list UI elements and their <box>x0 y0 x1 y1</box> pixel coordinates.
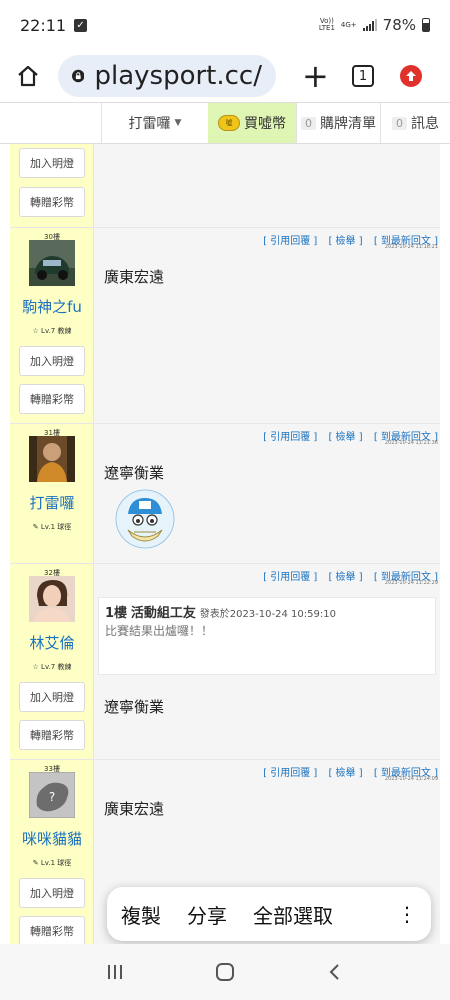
username[interactable]: 咪咪貓貓 <box>10 828 94 849</box>
home-nav-icon[interactable] <box>214 961 236 983</box>
user-level: ✎ Lv.1 球徑 <box>32 523 72 531</box>
cart-link[interactable]: 0 購牌清單 <box>296 103 380 143</box>
signal-icon <box>362 19 377 31</box>
post-time: 2023-10-24 11:24:09 <box>384 776 438 782</box>
messages-label: 訊息 <box>411 116 439 132</box>
quote-header: 1樓 活動組工友 發表於2023-10-24 10:59:10 <box>105 602 336 621</box>
tab-switcher-button[interactable]: 1 <box>352 65 374 87</box>
post-body: [ 引用回覆 ] [ 檢舉 ] [ 到最新回文 ] 2023-10-24 11:… <box>94 564 440 759</box>
site-nav: 打雷囉 ▼ 噓 買噓幣 0 購牌清單 0 訊息 <box>0 102 450 144</box>
post-time: 2023-10-24 11:22:29 <box>384 580 438 586</box>
post-body: [ 引用回覆 ] [ 檢舉 ] [ 到最新回文 ] 2023-10-24 11:… <box>94 424 440 563</box>
url-text: playsport.cc/ <box>94 61 262 91</box>
quote-posted-label: 發表於 <box>199 609 230 620</box>
quote-reply-link[interactable]: [ 引用回覆 ] <box>263 236 317 247</box>
post-text: 廣東宏遠 <box>104 800 165 818</box>
report-link[interactable]: [ 檢舉 ] <box>328 236 362 247</box>
quote-text: 比賽結果出爐囉！！ <box>105 624 214 638</box>
gift-coin-button[interactable]: 轉贈彩幣 <box>19 916 85 944</box>
buy-coin-label: 買噓幣 <box>244 116 286 132</box>
user-level: ✎ Lv.1 球徑 <box>32 859 72 867</box>
status-bar: 22:11 ✓ Vo)) LTE1 4G+ 78% <box>0 0 450 50</box>
cart-label: 購牌清單 <box>320 116 376 132</box>
update-icon[interactable] <box>400 65 422 87</box>
address-bar[interactable]: playsport.cc/ <box>58 55 276 97</box>
back-icon[interactable] <box>325 962 345 982</box>
coin-icon: 噓 <box>218 115 240 131</box>
post-body: [ 引用回覆 ] [ 檢舉 ] [ 到最新回文 ] 2023-10-24 11:… <box>94 228 440 423</box>
post-text: 遼寧衡業 <box>104 464 165 482</box>
svg-text:?: ? <box>49 790 55 804</box>
user-column: 30樓 駒神之fu ☆ Lv.7 教練 加入明燈 轉贈彩幣 <box>10 228 94 423</box>
username[interactable]: 林艾倫 <box>10 632 94 653</box>
site-info-icon[interactable] <box>72 67 85 85</box>
4g-icon: 4G+ <box>340 20 357 29</box>
add-light-button[interactable]: 加入明燈 <box>19 682 85 712</box>
quote-author[interactable]: 活動組工友 <box>131 606 196 621</box>
gift-coin-button[interactable]: 轉贈彩幣 <box>19 187 85 217</box>
post-body <box>94 144 440 227</box>
buy-coin-button[interactable]: 噓 買噓幣 <box>208 103 296 143</box>
quote-reply-link[interactable]: [ 引用回覆 ] <box>263 768 317 779</box>
select-all-menu-item[interactable]: 全部選取 <box>253 900 333 929</box>
username[interactable]: 駒神之fu <box>10 296 94 317</box>
battery-percent: 78% <box>382 16 416 34</box>
forum-post-partial: 加入明燈 轉贈彩幣 <box>10 144 440 228</box>
user-column: 32樓 林艾倫 ☆ Lv.7 教練 加入明燈 轉贈彩幣 <box>10 564 94 759</box>
user-menu-label: 打雷囉 <box>128 116 171 132</box>
avatar[interactable] <box>29 240 75 286</box>
cart-count: 0 <box>301 116 316 130</box>
report-link[interactable]: [ 檢舉 ] <box>328 768 362 779</box>
more-options-icon[interactable]: ⋮ <box>397 904 417 924</box>
forum-post: 31樓 打雷囉 ✎ Lv.1 球徑 [ 引用回覆 ] [ 檢舉 ] [ 到最新回… <box>10 424 440 564</box>
quote-time: 2023-10-24 10:59:10 <box>229 609 336 620</box>
gift-coin-button[interactable]: 轉贈彩幣 <box>19 720 85 750</box>
quote-reply-link[interactable]: [ 引用回覆 ] <box>263 432 317 443</box>
system-nav-bar <box>0 944 450 1000</box>
notification-check-icon: ✓ <box>74 18 88 32</box>
share-menu-item[interactable]: 分享 <box>187 900 227 929</box>
forum-thread: 加入明燈 轉贈彩幣 30樓 駒神之fu ☆ Lv.7 教練 加入明燈 轉贈彩幣 <box>0 144 450 944</box>
user-level: ☆ Lv.7 教練 <box>32 327 72 335</box>
caret-down-icon: ▼ <box>174 118 182 128</box>
user-menu[interactable]: 打雷囉 ▼ <box>101 103 208 143</box>
new-tab-button[interactable]: + <box>302 57 329 95</box>
battery-icon <box>422 18 430 32</box>
user-column: 33樓 ? 咪咪貓貓 ✎ Lv.1 球徑 加入明燈 轉贈彩幣 <box>10 760 94 944</box>
quote-floor: 1樓 <box>105 606 128 621</box>
gift-coin-button[interactable]: 轉贈彩幣 <box>19 384 85 414</box>
add-light-button[interactable]: 加入明燈 <box>19 878 85 908</box>
status-icons: Vo)) LTE1 4G+ 78% <box>319 16 430 34</box>
recent-apps-icon[interactable] <box>105 962 125 982</box>
forum-post: 32樓 林艾倫 ☆ Lv.7 教練 加入明燈 轉贈彩幣 [ 引用回覆 ] [ 檢… <box>10 564 440 760</box>
user-level: ☆ Lv.7 教練 <box>32 663 72 671</box>
avatar[interactable] <box>29 436 75 482</box>
volte-icon: Vo)) LTE1 <box>318 17 335 32</box>
add-light-button[interactable]: 加入明燈 <box>19 148 85 178</box>
post-text: 廣東宏遠 <box>104 268 165 286</box>
forum-post: 30樓 駒神之fu ☆ Lv.7 教練 加入明燈 轉贈彩幣 [ 引用回覆 ] [… <box>10 228 440 424</box>
post-time: 2023-10-24 11:18:21 <box>384 244 438 250</box>
avatar[interactable]: ? <box>29 772 75 818</box>
post-text: 遼寧衡業 <box>104 698 165 716</box>
sticker-image <box>114 488 176 550</box>
add-light-button[interactable]: 加入明燈 <box>19 346 85 376</box>
home-icon[interactable] <box>14 62 42 90</box>
copy-menu-item[interactable]: 複製 <box>121 900 161 929</box>
user-column: 加入明燈 轉贈彩幣 <box>10 144 94 227</box>
messages-count: 0 <box>392 116 407 130</box>
report-link[interactable]: [ 檢舉 ] <box>328 572 362 583</box>
username[interactable]: 打雷囉 <box>10 492 94 513</box>
text-selection-menu: 複製 分享 全部選取 ⋮ <box>107 887 431 941</box>
post-time: 2023-10-24 11:21:36 <box>384 440 438 446</box>
user-column: 31樓 打雷囉 ✎ Lv.1 球徑 <box>10 424 94 563</box>
avatar[interactable] <box>29 576 75 622</box>
quote-reply-link[interactable]: [ 引用回覆 ] <box>263 572 317 583</box>
messages-link[interactable]: 0 訊息 <box>380 103 450 143</box>
browser-toolbar: playsport.cc/ + 1 <box>0 50 450 102</box>
status-time: 22:11 <box>20 15 67 35</box>
report-link[interactable]: [ 檢舉 ] <box>328 432 362 443</box>
quoted-post: 1樓 活動組工友 發表於2023-10-24 10:59:10 比賽結果出爐囉！… <box>98 597 436 675</box>
